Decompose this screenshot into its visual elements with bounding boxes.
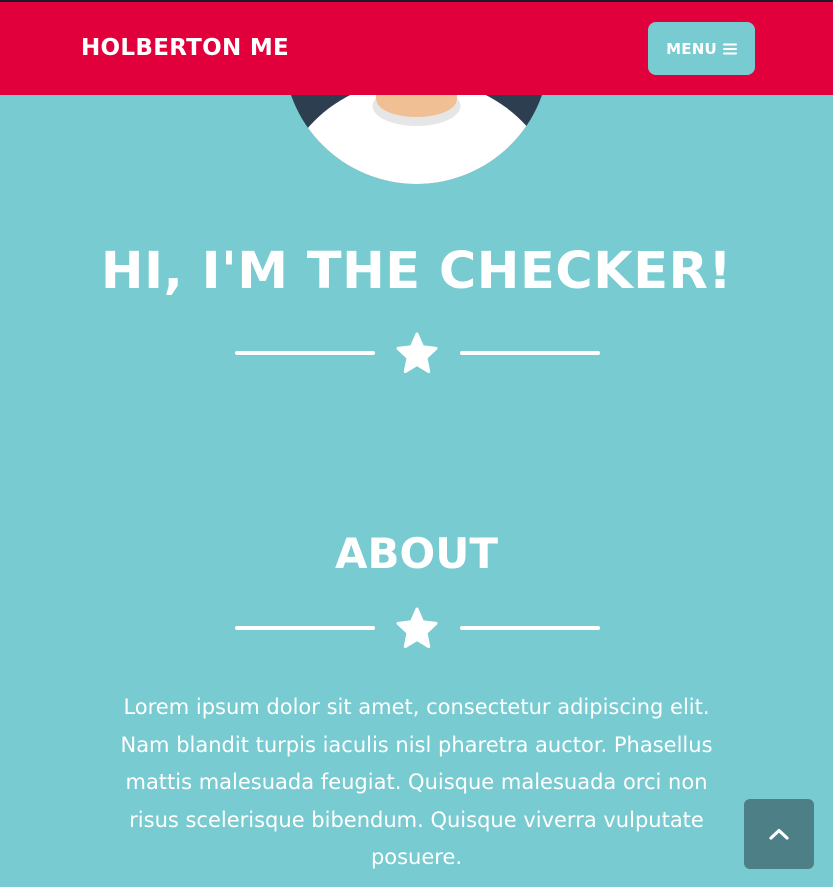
star-icon: [396, 607, 438, 649]
about-divider: [0, 607, 833, 651]
divider-line-left: [235, 626, 375, 630]
menu-button-label: MENU: [666, 39, 717, 58]
window-top-border: [0, 0, 833, 2]
divider-line-right: [460, 626, 600, 630]
scroll-to-top-button[interactable]: [744, 799, 814, 869]
hero-divider: [0, 332, 833, 376]
menu-button[interactable]: MENU: [648, 22, 755, 75]
about-title: ABOUT: [335, 529, 498, 578]
navbar: HOLBERTON ME MENU: [0, 0, 833, 95]
about-paragraph: Lorem ipsum dolor sit amet, consectetur …: [120, 695, 713, 869]
brand-link[interactable]: HOLBERTON ME: [81, 33, 289, 63]
hamburger-icon: [722, 43, 737, 54]
divider-line-left: [235, 351, 375, 355]
chevron-up-icon: [769, 828, 789, 840]
star-icon: [396, 332, 438, 374]
divider-line-right: [460, 351, 600, 355]
hero-title: HI, I'M THE CHECKER!: [100, 242, 733, 301]
